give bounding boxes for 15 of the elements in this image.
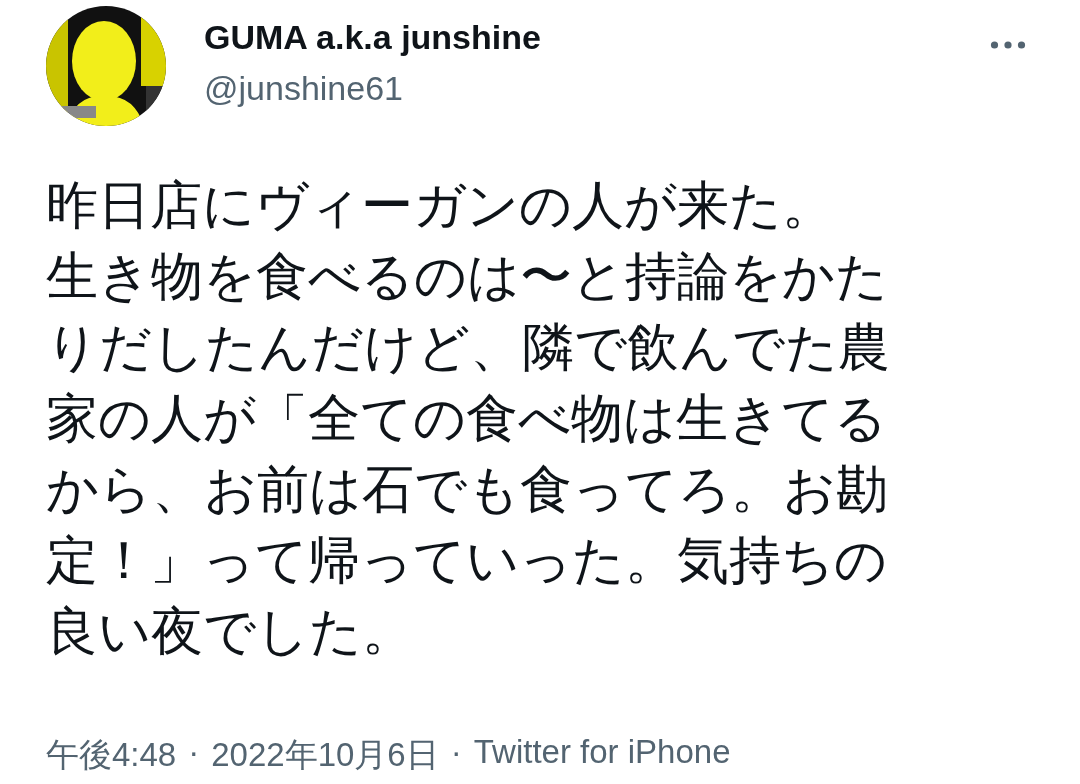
tweet-text-line: 定！」って帰っていった。気持ちの	[46, 529, 887, 592]
tweet-text-line: 家の人が「全ての食べ物は生きてる	[46, 387, 887, 450]
tweet-text-line: から、お前は石でも食ってろ。お勘	[46, 458, 888, 521]
tweet-text-line: 良い夜でした。	[46, 600, 414, 663]
tweet-time[interactable]: 午後4:48	[46, 733, 177, 778]
tweet-text-line: りだしたんだけど、隣で飲んでた農	[46, 316, 890, 379]
tweet-date[interactable]: 2022年10月6日	[211, 733, 439, 778]
separator-dot: ·	[188, 733, 200, 772]
author-name[interactable]: GUMA a.k.a junshine	[204, 18, 541, 57]
tweet-text-line: 生き物を食べるのは〜と持論をかた	[46, 245, 888, 308]
tweet-source[interactable]: Twitter for iPhone	[473, 733, 731, 778]
tweet-text-line: 昨日店にヴィーガンの人が来た。	[46, 174, 834, 237]
more-icon[interactable]	[990, 40, 1026, 50]
author-handle[interactable]: @junshine61	[204, 69, 403, 108]
separator-dot: ·	[450, 733, 462, 772]
